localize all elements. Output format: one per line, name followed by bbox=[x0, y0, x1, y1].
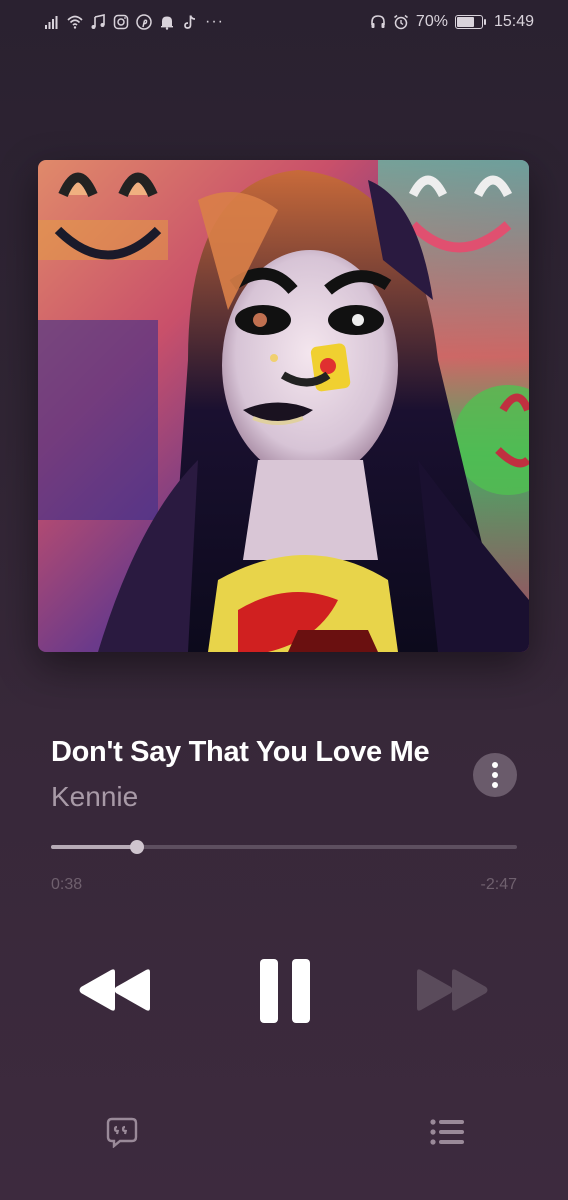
bell-icon bbox=[159, 14, 175, 30]
queue-button[interactable] bbox=[428, 1114, 466, 1150]
time-remaining: -2:47 bbox=[480, 876, 517, 893]
album-artwork bbox=[38, 160, 529, 652]
instagram-icon bbox=[113, 14, 129, 30]
track-title: Don't Say That You Love Me bbox=[51, 736, 430, 768]
music-note-icon bbox=[90, 14, 106, 30]
rewind-button[interactable] bbox=[76, 962, 154, 1018]
status-right-icons: 70% 15:49 bbox=[370, 13, 534, 31]
lyrics-quote-icon bbox=[106, 1117, 138, 1148]
fast-forward-icon bbox=[417, 969, 488, 1011]
more-options-button[interactable] bbox=[473, 753, 517, 797]
pinterest-icon bbox=[136, 14, 152, 30]
battery-icon bbox=[454, 15, 486, 29]
progress-knob[interactable] bbox=[130, 840, 145, 854]
more-vertical-icon bbox=[492, 762, 498, 788]
clock: 15:49 bbox=[493, 13, 534, 30]
alarm-icon bbox=[393, 14, 409, 30]
battery-percent: 70% bbox=[415, 13, 448, 30]
queue-list-icon bbox=[430, 1119, 464, 1145]
time-elapsed: 0:38 bbox=[51, 876, 83, 893]
status-left-icons: ··· bbox=[44, 13, 224, 31]
pause-icon bbox=[260, 959, 310, 1023]
progress-fill bbox=[51, 845, 138, 849]
tiktok-icon bbox=[182, 14, 198, 30]
more-indicator: ··· bbox=[205, 13, 224, 30]
lyrics-button[interactable] bbox=[104, 1114, 140, 1150]
track-artist[interactable]: Kennie bbox=[51, 781, 138, 813]
pause-button[interactable] bbox=[252, 955, 318, 1027]
progress-scrubber[interactable] bbox=[51, 840, 517, 854]
headphones-icon bbox=[370, 14, 386, 30]
signal-icon bbox=[44, 14, 60, 30]
fast-forward-button[interactable] bbox=[413, 962, 491, 1018]
status-bar: ··· 70% 15:49 bbox=[0, 0, 568, 44]
rewind-icon bbox=[79, 969, 150, 1011]
wifi-icon bbox=[67, 14, 83, 30]
battery-level-fill bbox=[456, 17, 474, 27]
